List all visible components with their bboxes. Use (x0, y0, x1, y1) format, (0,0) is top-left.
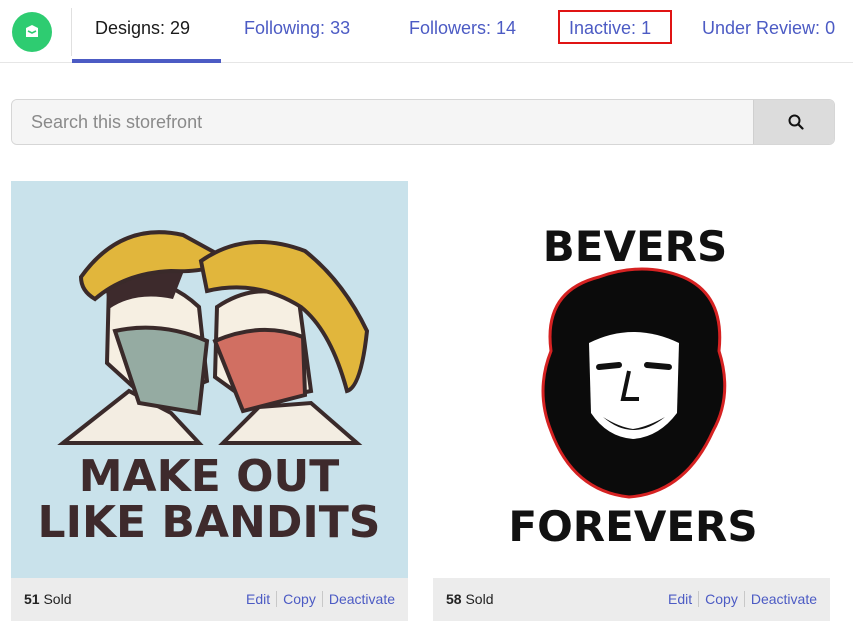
design-image-bevers-forevers[interactable]: BEVERS FOREVERS (433, 181, 830, 578)
edit-link[interactable]: Edit (668, 591, 692, 607)
tab-following-label: Following: (244, 18, 326, 38)
deactivate-link[interactable]: Deactivate (751, 591, 817, 607)
sold-stat: 58 Sold (446, 591, 494, 607)
tab-designs-count: 29 (170, 18, 191, 38)
brand-logo[interactable] (12, 12, 52, 52)
copy-link[interactable]: Copy (705, 591, 738, 607)
tab-followers-label: Followers: (409, 18, 492, 38)
sold-count: 51 (24, 591, 40, 607)
tab-following[interactable]: Following: 33 (244, 17, 350, 39)
tab-followers-count: 14 (496, 18, 517, 38)
tab-following-count: 33 (330, 18, 351, 38)
tab-designs[interactable]: Designs: 29 (95, 17, 190, 39)
active-tab-indicator (72, 59, 221, 63)
bevers-forevers-artwork: BEVERS FOREVERS (433, 181, 830, 578)
copy-link[interactable]: Copy (283, 591, 316, 607)
sold-stat: 51 Sold (24, 591, 72, 607)
poster-bottom-text: FOREVERS (508, 502, 757, 551)
edit-link[interactable]: Edit (246, 591, 270, 607)
search-input[interactable] (12, 100, 753, 144)
action-separator (276, 591, 278, 607)
sold-label: Sold (465, 591, 494, 607)
search-icon (788, 114, 804, 130)
action-separator (743, 591, 745, 607)
tab-followers[interactable]: Followers: 14 (409, 17, 516, 39)
design-image-make-out-like-bandits[interactable]: MAKE OUT LIKE BANDITS (11, 181, 408, 578)
tab-divider (71, 8, 72, 56)
tab-under-review-label: Under Review: (702, 18, 821, 38)
design-card-footer: 51 Sold Edit Copy Deactivate (11, 578, 408, 621)
design-card: MAKE OUT LIKE BANDITS 51 Sold Edit Copy De… (11, 181, 408, 621)
make-out-like-bandits-artwork: MAKE OUT LIKE BANDITS (11, 181, 408, 578)
mailbox-icon (26, 25, 38, 37)
design-actions: Edit Copy Deactivate (668, 591, 817, 607)
storefront-search (11, 99, 835, 145)
sold-count: 58 (446, 591, 462, 607)
action-separator (698, 591, 700, 607)
poster-top-text: BEVERS (543, 222, 728, 271)
poster-line-1: MAKE OUT (79, 451, 339, 502)
tab-designs-label: Designs: (95, 18, 166, 38)
design-actions: Edit Copy Deactivate (246, 591, 395, 607)
tab-under-review[interactable]: Under Review: 0 (702, 17, 835, 39)
action-separator (321, 591, 323, 607)
tab-inactive-highlight-box (558, 10, 672, 44)
sold-label: Sold (43, 591, 72, 607)
design-card: BEVERS FOREVERS 58 Sold Edit Copy Deactiva… (433, 181, 830, 621)
search-button[interactable] (753, 100, 834, 144)
poster-line-2: LIKE BANDITS (38, 497, 381, 548)
storefront-tab-bar: Designs: 29 Following: 33 Followers: 14 … (0, 0, 853, 63)
tab-under-review-count: 0 (825, 18, 836, 38)
deactivate-link[interactable]: Deactivate (329, 591, 395, 607)
design-card-footer: 58 Sold Edit Copy Deactivate (433, 578, 830, 621)
